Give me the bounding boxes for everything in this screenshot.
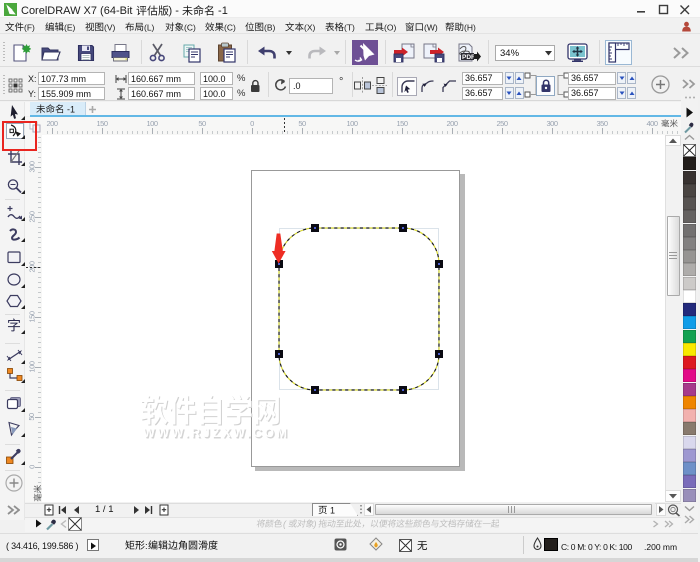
svg-text:PDF: PDF [462, 54, 475, 61]
